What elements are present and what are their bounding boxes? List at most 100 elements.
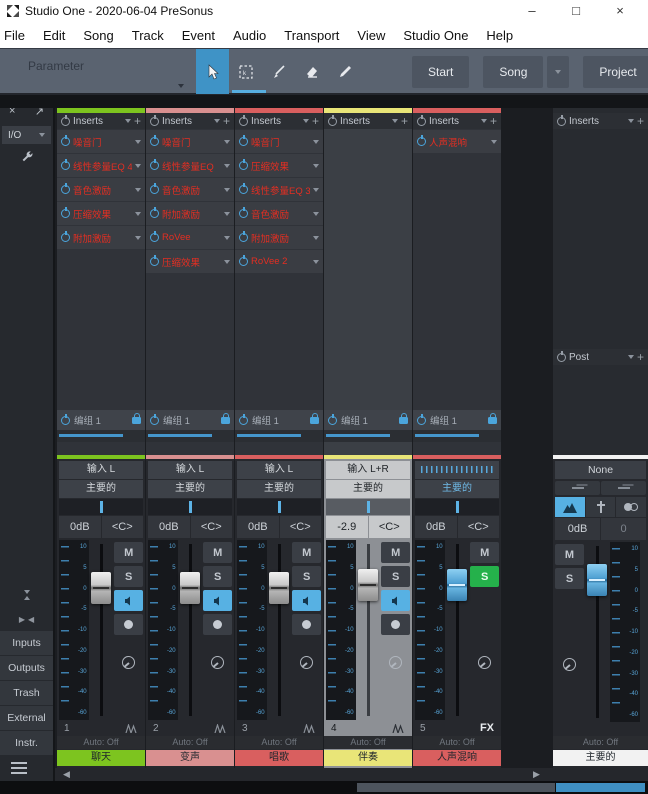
volume-value[interactable]: -2.9: [326, 516, 368, 538]
output-routing[interactable]: 主要的: [326, 480, 410, 498]
chevron-down-icon[interactable]: [481, 119, 487, 123]
automation-mode[interactable]: Auto: Off: [235, 736, 323, 749]
monitor-button[interactable]: [114, 590, 143, 611]
channel-name[interactable]: 唱歌: [235, 750, 323, 766]
chevron-down-icon[interactable]: [491, 140, 497, 144]
input-routing[interactable]: 输入 L: [148, 461, 232, 479]
record-arm-button[interactable]: [381, 614, 410, 635]
chevron-down-icon[interactable]: [224, 236, 230, 240]
add-insert-icon[interactable]: +: [637, 116, 644, 126]
master-channel-strip[interactable]: Inserts + Post + None 0dB: [553, 108, 648, 768]
input-gain-button[interactable]: [381, 652, 410, 673]
menu-file[interactable]: File: [4, 28, 25, 43]
power-icon[interactable]: [239, 257, 248, 266]
channel-strip-2[interactable]: Inserts + 噪音门 线性参量EQ 音色激励 附加激励 RoVee 压缩效…: [146, 108, 234, 768]
fader-handle[interactable]: [91, 572, 111, 604]
chevron-down-icon[interactable]: [303, 119, 309, 123]
monitor-button[interactable]: [203, 590, 232, 611]
pan-slider[interactable]: [148, 499, 232, 515]
power-icon[interactable]: [61, 117, 70, 126]
power-icon[interactable]: [239, 233, 248, 242]
input-routing[interactable]: 输入 L+R: [326, 461, 410, 479]
solo-button[interactable]: S: [114, 566, 143, 587]
menu-transport[interactable]: Transport: [284, 28, 339, 43]
power-icon[interactable]: [239, 209, 248, 218]
sidebar-item-instr[interactable]: Instr.: [0, 731, 53, 755]
power-icon[interactable]: [61, 209, 70, 218]
send-level[interactable]: [146, 430, 234, 442]
inserts-header[interactable]: Inserts +: [413, 113, 501, 129]
pan-value[interactable]: <C>: [280, 516, 322, 538]
pan-value[interactable]: <C>: [191, 516, 233, 538]
power-icon[interactable]: [417, 416, 426, 425]
fader-handle[interactable]: [269, 572, 289, 604]
add-insert-icon[interactable]: +: [490, 116, 497, 126]
insert-slot[interactable]: 音色激励: [57, 178, 145, 201]
scrollbar-thumb[interactable]: [357, 783, 555, 792]
volume-value[interactable]: 0dB: [415, 516, 457, 538]
power-icon[interactable]: [61, 416, 70, 425]
chevron-down-icon[interactable]: [313, 164, 319, 168]
pan-slider[interactable]: [237, 499, 321, 515]
power-icon[interactable]: [557, 117, 566, 126]
volume-value[interactable]: 0dB: [148, 516, 190, 538]
song-dropdown-button[interactable]: [547, 56, 569, 88]
peak-value[interactable]: 0: [601, 518, 646, 540]
insert-slot[interactable]: 噪音门: [57, 130, 145, 153]
close-button[interactable]: ×: [598, 0, 642, 22]
insert-slot[interactable]: 线性参量EQ 3: [235, 178, 323, 201]
insert-slot[interactable]: 附加激励: [146, 202, 234, 225]
output-routing[interactable]: 主要的: [59, 480, 143, 498]
power-icon[interactable]: [328, 416, 337, 425]
power-icon[interactable]: [61, 137, 70, 146]
chevron-down-icon[interactable]: [135, 164, 141, 168]
channel-color-strip[interactable]: [413, 455, 501, 459]
mute-button[interactable]: M: [203, 542, 232, 563]
scrollbar-thumb-highlight[interactable]: [556, 783, 645, 792]
insert-slot[interactable]: 音色激励: [235, 202, 323, 225]
pan-slider[interactable]: [326, 499, 410, 515]
power-icon[interactable]: [150, 161, 159, 170]
volume-value[interactable]: 0dB: [555, 518, 600, 540]
power-icon[interactable]: [150, 137, 159, 146]
start-page-button[interactable]: Start: [412, 56, 469, 88]
pan-slider[interactable]: [59, 499, 143, 515]
chevron-down-icon[interactable]: [214, 119, 220, 123]
channel-strip-4[interactable]: Inserts + 编组 1 输入 L+R 主要的 -2.9 <C>: [324, 108, 412, 768]
insert-slot[interactable]: 压缩效果: [57, 202, 145, 225]
add-insert-icon[interactable]: +: [401, 116, 408, 126]
solo-button[interactable]: S: [470, 566, 499, 587]
inserts-header[interactable]: Inserts +: [553, 113, 648, 129]
power-icon[interactable]: [150, 257, 159, 266]
console-menu-button[interactable]: [0, 755, 53, 781]
chevron-down-icon[interactable]: [313, 236, 319, 240]
channel-name[interactable]: 人声混响: [413, 750, 501, 766]
eraser-tool-button[interactable]: [295, 49, 328, 94]
insert-slot[interactable]: 人声混响: [413, 130, 501, 153]
insert-slot[interactable]: 线性参量EQ: [146, 154, 234, 177]
inserts-header[interactable]: Inserts +: [235, 113, 323, 129]
input-gain-button[interactable]: [114, 652, 143, 673]
send-level[interactable]: [324, 430, 412, 442]
chevron-down-icon[interactable]: [125, 119, 131, 123]
chevron-down-icon[interactable]: [178, 84, 184, 88]
chevron-down-icon[interactable]: [313, 212, 319, 216]
fader-handle[interactable]: [447, 569, 467, 601]
mute-button[interactable]: M: [292, 542, 321, 563]
input-gain-button[interactable]: [470, 652, 499, 673]
fader-track[interactable]: [357, 540, 381, 720]
power-icon[interactable]: [239, 161, 248, 170]
send-slot[interactable]: 编组 1: [146, 410, 234, 430]
menu-help[interactable]: Help: [486, 28, 513, 43]
automation-mode[interactable]: Auto: Off: [413, 736, 501, 749]
power-icon[interactable]: [239, 137, 248, 146]
chevron-down-icon[interactable]: [628, 355, 634, 359]
mute-button[interactable]: M: [470, 542, 499, 563]
paint-tool-button[interactable]: [328, 49, 361, 94]
solo-button[interactable]: S: [381, 566, 410, 587]
send-level[interactable]: [413, 430, 501, 442]
power-icon[interactable]: [239, 117, 248, 126]
minimize-button[interactable]: –: [510, 0, 554, 22]
automation-mode[interactable]: Auto: Off: [324, 736, 412, 749]
tuner-button[interactable]: [586, 497, 616, 517]
